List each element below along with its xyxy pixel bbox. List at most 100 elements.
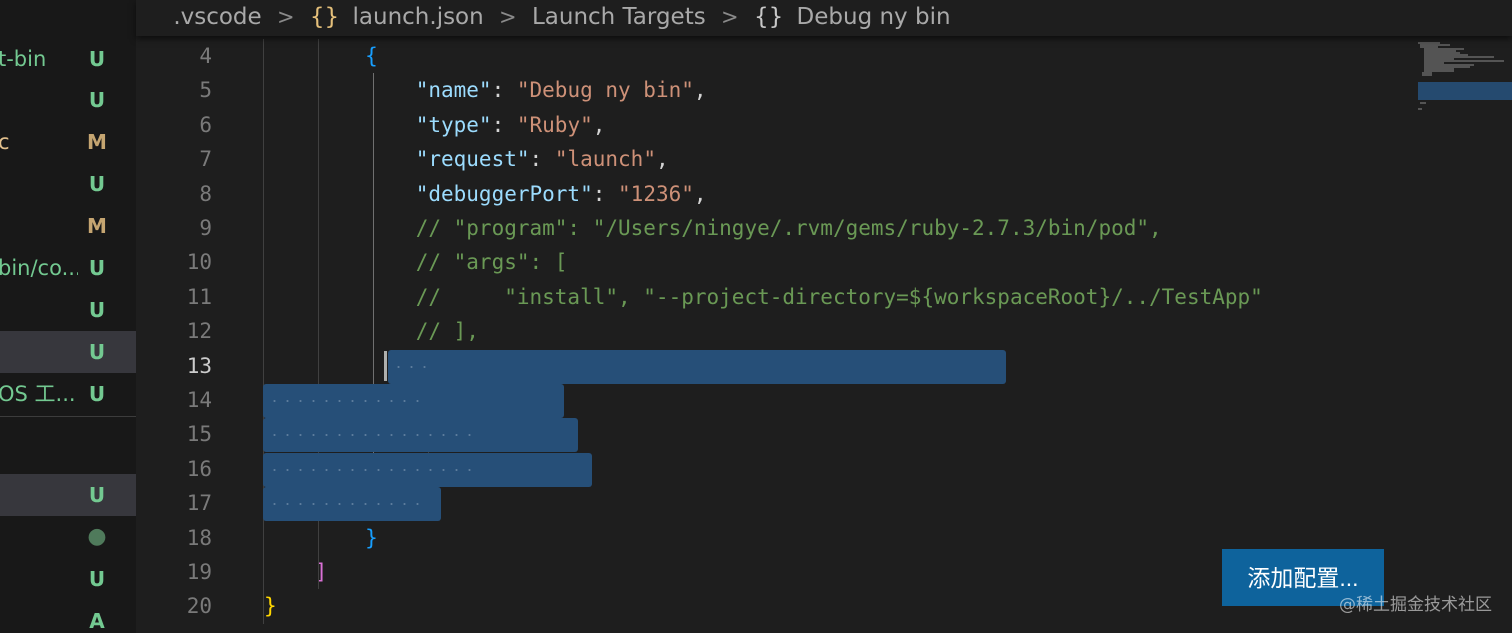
breadcrumb-section[interactable]: Launch Targets — [532, 0, 706, 34]
code-token: } — [365, 526, 378, 550]
code-token: ] — [314, 560, 328, 584]
git-status-badge — [86, 415, 108, 457]
breadcrumb-item[interactable]: Debug ny bin — [797, 0, 951, 34]
sidebar-file-item[interactable]: M — [0, 205, 136, 247]
file-name — [0, 289, 78, 331]
git-status-badge: U — [88, 298, 106, 322]
line-number: 13 — [186, 354, 212, 378]
code-line[interactable]: // "args": [ — [264, 245, 568, 279]
indentation — [264, 285, 416, 309]
line-number: 18 — [186, 526, 212, 550]
sidebar-file-item[interactable]: U — [0, 163, 136, 205]
text-selection — [388, 350, 1006, 384]
watermark: @稀土掘金技术社区 — [1339, 595, 1492, 615]
code-line[interactable]: "request": "launch", — [264, 142, 669, 176]
code-line[interactable]: { — [264, 39, 378, 73]
git-status-badge: M — [87, 214, 107, 238]
code-token: "1236" — [618, 182, 694, 206]
code-line[interactable]: } — [264, 521, 378, 555]
indentation — [264, 113, 416, 137]
line-number-gutter: 4 5 6 7 8 9 10 11 12 13 14 15 16 17 18 19 20 — [136, 36, 216, 633]
file-name — [0, 331, 78, 373]
sidebar-file-item[interactable]: U — [0, 331, 136, 373]
code-editor[interactable]: 4 5 6 7 8 9 10 11 12 13 14 15 16 17 18 19 20 { "name": "… — [136, 36, 1416, 633]
whitespace-marker — [268, 434, 481, 436]
indentation — [264, 250, 416, 274]
minimap-line — [1420, 102, 1426, 104]
indentation — [264, 44, 365, 68]
minimap-viewport[interactable] — [1418, 82, 1512, 100]
file-name — [0, 516, 78, 558]
minimap[interactable] — [1416, 36, 1512, 633]
code-line[interactable]: // "install", "--project-directory=${wor… — [264, 280, 1263, 314]
sidebar-file-item[interactable]: A — [0, 600, 136, 633]
code-line[interactable]: // ], — [264, 314, 479, 348]
git-status-badge: U — [88, 256, 106, 280]
line-number: 9 — [199, 216, 212, 240]
code-line[interactable]: "name": "Debug ny bin", — [264, 73, 707, 107]
breadcrumb-file[interactable]: launch.json — [353, 0, 484, 34]
code-token: "type" — [415, 113, 492, 137]
sidebar-file-item[interactable]: U — [0, 474, 136, 516]
git-status-badge: U — [88, 567, 106, 591]
json-file-icon: {} — [309, 4, 340, 30]
chevron-right-icon: > — [721, 5, 739, 29]
git-status-badge: M — [87, 130, 107, 154]
indentation — [264, 147, 416, 171]
git-status-badge: U — [88, 172, 106, 196]
chevron-right-icon: > — [499, 5, 517, 29]
line-number: 12 — [186, 319, 212, 343]
indentation — [264, 182, 416, 206]
code-token: // "args": [ — [415, 250, 568, 274]
breadcrumb-folder[interactable]: .vscode — [173, 0, 261, 34]
file-name: bin/co... — [0, 256, 78, 280]
indentation — [264, 319, 416, 343]
breadcrumb: .vscode > {} launch.json > Launch Target… — [136, 0, 1512, 36]
whitespace-marker — [268, 503, 426, 505]
git-status-badge: U — [88, 483, 106, 507]
sidebar-file-item[interactable]: bin/co... U — [0, 247, 136, 289]
file-name — [0, 205, 78, 247]
sidebar-file-item[interactable]: t-bin U — [0, 38, 136, 80]
file-name — [0, 600, 78, 633]
sidebar-file-item[interactable] — [0, 415, 136, 457]
line-number: 11 — [186, 285, 212, 309]
code-token: : — [529, 147, 555, 171]
indentation — [264, 560, 315, 584]
git-status-badge: A — [89, 609, 105, 633]
code-token: "request" — [415, 147, 530, 171]
code-token: // "program": "/Users/ningye/.rvm/gems/r… — [415, 216, 1162, 240]
line-number: 15 — [186, 422, 212, 446]
code-token: "debuggerPort" — [415, 182, 593, 206]
minimap-line — [1418, 108, 1422, 110]
file-name: c — [0, 130, 10, 154]
code-token: "Ruby" — [516, 113, 593, 137]
sidebar-file-item[interactable]: ● — [0, 516, 136, 558]
code-line[interactable]: "debuggerPort": "1236", — [264, 177, 707, 211]
file-name: OS 工... — [0, 382, 76, 406]
modified-dot-icon: ● — [87, 524, 107, 549]
sidebar-file-item[interactable]: cM — [0, 121, 136, 163]
line-number: 5 — [199, 78, 212, 102]
minimap-line — [1422, 74, 1432, 76]
file-name — [0, 558, 78, 600]
git-status-badge: U — [88, 88, 106, 112]
line-number: 20 — [186, 594, 212, 618]
code-token: , — [693, 78, 707, 102]
line-number: 10 — [186, 250, 212, 274]
sidebar-file-item[interactable]: U — [0, 289, 136, 331]
file-name — [0, 163, 78, 205]
indentation — [264, 78, 416, 102]
git-status-badge: U — [88, 382, 106, 406]
sidebar-file-item[interactable]: OS 工... U — [0, 373, 136, 417]
sidebar-file-item[interactable]: U — [0, 558, 136, 600]
code-token: , — [655, 147, 669, 171]
code-token: // ], — [415, 319, 479, 343]
whitespace-marker — [268, 400, 426, 402]
sidebar-file-item[interactable]: U — [0, 79, 136, 121]
code-line[interactable]: } — [264, 589, 277, 623]
line-number: 8 — [199, 182, 212, 206]
explorer-sidebar: t-bin U Uc M U Mbin/co... U U U OS 工... U U ● U A — [0, 0, 136, 633]
code-line[interactable]: // "program": "/Users/ningye/.rvm/gems/r… — [264, 211, 1162, 245]
code-line[interactable]: "type": "Ruby", — [264, 108, 606, 142]
